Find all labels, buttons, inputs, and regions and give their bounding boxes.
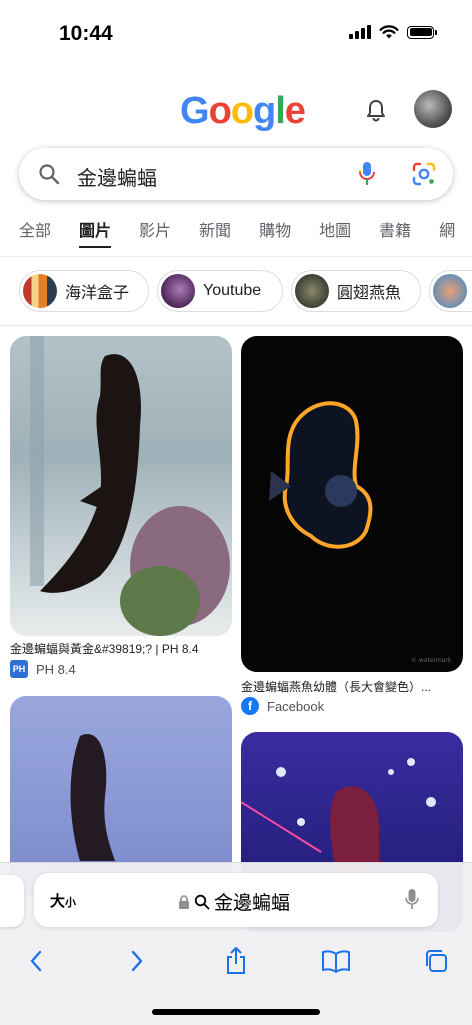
tab-0[interactable]: 全部 [19,220,51,252]
google-lens-icon[interactable] [411,161,437,187]
home-indicator[interactable] [152,1009,320,1015]
text-size-large: 大 [50,893,66,910]
result-caption[interactable]: 金邊蝙蝠與黃金&#39819;? | PH 8.4 [10,640,232,657]
logo-letter: G [180,90,210,132]
share-button[interactable] [216,941,256,981]
bookmarks-button[interactable] [316,941,356,981]
logo-letter: g [253,90,276,132]
tabs-button[interactable] [416,941,456,981]
tab-2[interactable]: 影片 [139,220,171,252]
bookmarks-icon [322,950,350,973]
result-source[interactable]: PH PH 8.4 [10,660,76,678]
url-display[interactable]: 金邊蝙蝠 [178,888,290,915]
chip-thumbnail [23,274,57,308]
refinement-chips: 海洋盒子 Youtube 圓翅燕魚 [0,270,472,316]
chip-more[interactable] [429,270,472,312]
source-name: Facebook [267,698,325,714]
result-thumbnail[interactable]: © watermark [241,336,463,672]
voice-search-icon[interactable] [357,161,377,187]
logo-letter: l [275,90,286,132]
tab-6[interactable]: 書籍 [379,220,411,252]
source-name: PH 8.4 [36,661,76,677]
status-time: 10:44 [59,22,113,45]
svg-text:© watermark: © watermark [411,657,452,664]
cellular-signal-icon [349,25,371,39]
chip-ocean-box[interactable]: 海洋盒子 [19,270,149,312]
search-input[interactable]: 金邊蝙蝠 [77,162,157,191]
battery-icon [407,25,437,39]
lock-icon [179,894,189,909]
facebook-icon: f [241,697,259,715]
image-result[interactable]: © watermark 金邊蝙蝠燕魚幼體（長大會變色）... f Faceboo… [241,336,463,716]
tab-3[interactable]: 新聞 [199,220,231,252]
result-caption[interactable]: 金邊蝙蝠燕魚幼體（長大會變色）... [241,678,463,695]
chip-thumbnail [433,274,467,308]
back-icon [30,950,42,972]
tab-1[interactable]: 圖片 [79,220,112,252]
previous-tab[interactable] [0,875,24,927]
tabs-divider [0,256,472,257]
safari-toolbar [0,941,472,985]
page-settings-button[interactable]: 大小 [50,890,76,911]
image-result[interactable] [241,732,463,932]
url-query: 金邊蝙蝠 [214,893,291,914]
microphone-icon[interactable] [404,888,420,912]
chip-youtube[interactable]: Youtube [157,270,283,312]
search-tabs: 全部 圖片 影片 新聞 購物 地圖 書籍網 [0,220,472,252]
wifi-icon [379,25,399,39]
result-thumbnail[interactable] [10,336,232,636]
logo-letter: e [284,90,306,132]
back-button[interactable] [16,941,56,981]
address-bar[interactable]: 大小 金邊蝙蝠 [34,873,438,927]
chip-label: 圓翅燕魚 [337,285,402,302]
chip-label: 海洋盒子 [65,285,130,302]
ph84-site-icon: PH [10,660,28,678]
forward-icon [131,950,143,972]
result-source[interactable]: f Facebook [241,697,324,715]
search-icon [39,164,60,185]
chip-thumbnail [295,274,329,308]
forward-button[interactable] [117,941,157,981]
avatar[interactable] [414,90,452,128]
chip-thumbnail [161,274,195,308]
share-icon [227,947,245,974]
tabs-icon [426,950,447,972]
text-size-small: 小 [65,897,77,909]
tab-4[interactable]: 購物 [259,220,291,252]
logo-letter: o [230,90,254,132]
bell-icon[interactable] [362,96,390,124]
fish-image: © watermark [269,401,452,664]
safari-bottom-bar: 大小 金邊蝙蝠 [0,862,472,1025]
tab-5[interactable]: 地圖 [319,220,351,252]
google-logo[interactable]: Google [180,90,306,133]
logo-letter: o [208,90,232,132]
fish-image [30,336,230,636]
google-header: Google [0,80,472,140]
image-result[interactable]: 金邊蝙蝠與黃金&#39819;? | PH 8.4 PH PH 8.4 [10,336,232,686]
tab-7[interactable]: 網 [439,220,455,252]
chips-divider [0,325,472,326]
image-result[interactable] [10,696,232,896]
status-bar: 10:44 [0,0,472,60]
search-icon [194,894,210,909]
chip-label: Youtube [203,282,262,299]
status-icons [349,25,437,39]
search-box[interactable]: 金邊蝙蝠 [19,148,453,200]
chip-round-batfish[interactable]: 圓翅燕魚 [291,270,421,312]
